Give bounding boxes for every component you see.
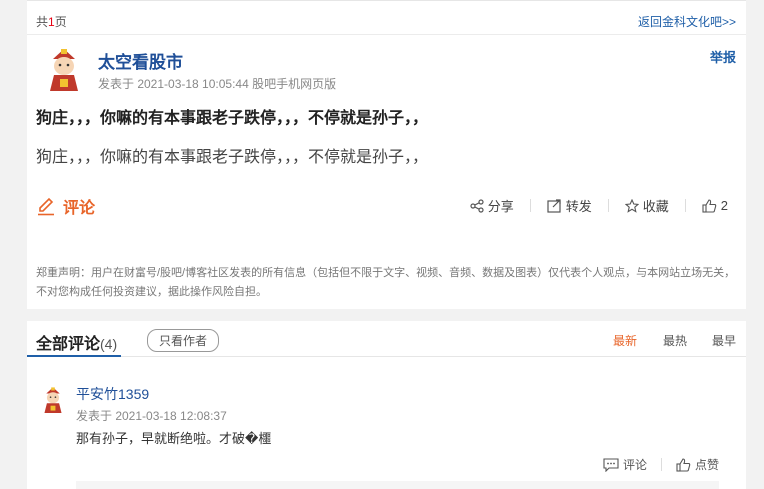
comment-text: 那有孙子，早就断绝啦。才破�櫮 [76,431,272,446]
favorite-button[interactable]: 收藏 [624,196,669,215]
tabs-divider [27,356,746,357]
avatar[interactable] [41,45,87,91]
repost-button[interactable]: 转发 [547,196,592,215]
author-only-button[interactable]: 只看作者 [147,329,220,352]
sort-hottest[interactable]: 最热 [663,332,687,349]
like-button[interactable]: 2 [702,198,728,213]
header-divider [27,34,746,35]
sort-latest[interactable]: 最新 [613,332,637,349]
share-button[interactable]: 分享 [470,196,514,215]
favorite-label: 收藏 [642,199,669,214]
comment-like-button[interactable]: 点赞 [676,456,719,473]
thumbs-up-icon [702,198,717,213]
post-title: 狗庄，，，你嘛的有本事跟老子跌停，，，不停就是孙子，， [36,110,429,127]
repost-icon [547,198,562,213]
comment-label: 评论 [63,200,96,217]
back-to-bar-link[interactable]: 返回金科文化吧>> [638,13,736,30]
comment-author[interactable]: 平安竹1359 [76,384,149,404]
page-count-number: 1 [48,15,55,29]
share-label: 分享 [487,199,514,214]
post-body: 狗庄，，，你嘛的有本事跟老子跌停，，，不停就是孙子，， [36,149,429,166]
top-border [27,0,746,1]
pencil-icon [36,196,56,216]
action-separator [607,199,609,212]
comment-count: (4) [100,336,118,352]
post-author[interactable]: 太空看股市 [98,48,183,73]
disclaimer: 郑重声明：用户在财富号/股吧/博客社区发表的所有信息（包括但不限于文字、视频、音… [36,267,736,298]
page-count: 共1页 [36,13,67,30]
comment-actions: 评论 点赞 [603,456,719,473]
comment-like-label: 点赞 [694,458,719,472]
thumbs-up-icon [676,457,691,472]
repost-label: 转发 [565,199,592,214]
comment-reply-button[interactable]: 评论 [603,456,647,473]
active-tab-underline [27,355,121,357]
action-separator [529,199,531,212]
page-count-prefix: 共 [36,15,49,29]
commenter-avatar[interactable] [39,384,67,414]
sort-earliest[interactable]: 最早 [712,332,736,349]
post-meta: 发表于 2021-03-18 10:05:44 股吧手机网页版 [98,77,337,91]
all-comments-title: 全部评论 [36,336,101,353]
all-comments-tab[interactable]: 全部评论(4) [36,330,117,354]
comment-button[interactable]: 评论 [36,194,95,218]
page-count-suffix: 页 [54,15,67,29]
post-actions: 分享 转发 收藏 2 [470,196,728,215]
comments-card: 全部评论(4) 只看作者 最新 最热 最早 平安竹1359 发表于 2021-0… [27,321,746,489]
like-count: 2 [720,198,728,213]
chat-bubble-icon [603,457,619,472]
action-separator [660,458,662,471]
star-icon [624,198,639,213]
comment-meta: 发表于 2021-03-18 12:08:37 [76,409,227,423]
report-button[interactable]: 举报 [710,47,736,66]
reply-box[interactable] [76,481,719,489]
action-separator [684,199,686,212]
post-card: 共1页 返回金科文化吧>> 太空看股市 发表于 2021-03-18 10:05… [27,0,746,309]
share-icon [470,198,484,213]
comment-reply-label: 评论 [622,458,647,472]
